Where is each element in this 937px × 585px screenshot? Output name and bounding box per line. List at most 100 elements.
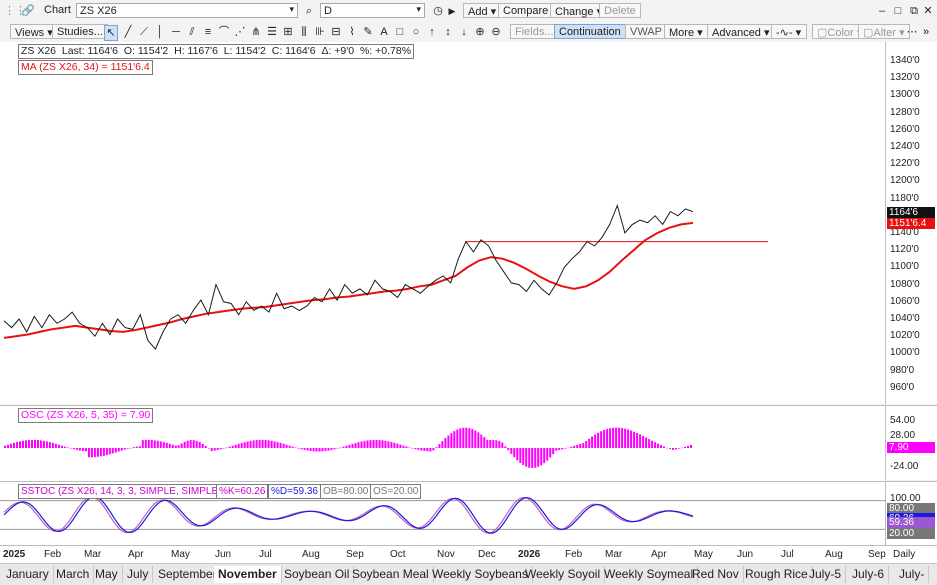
advanced-button[interactable]: Advanced ▾ [707,24,775,39]
pencil-icon[interactable]: ✎ [362,25,374,39]
arrow-up-icon[interactable]: ↑ [426,25,438,39]
price-chart[interactable] [0,42,885,404]
tab-march[interactable]: March [52,566,95,583]
studies-button[interactable]: Studies... [52,24,108,39]
toolbar-top: ⋮⋮ 🔗 Chart ZS X26 ▾ ⌕ D ▾ ◷ ▶ Add ▾ Compar… [0,0,937,23]
osc-bar [225,447,228,449]
tab-july-6[interactable]: July-6 [848,566,890,583]
options-icon[interactable]: ⋯ [906,25,918,39]
tab-january[interactable]: January [2,566,54,583]
chevron-down-icon[interactable]: ▾ [416,4,421,15]
gann-icon[interactable]: ⊟ [330,25,342,39]
interval-input[interactable]: D ▾ [320,3,425,18]
osc-legend-text: OSC (ZS X26, 5, 35) = 7.90 [21,409,151,421]
symbol-input[interactable]: ZS X26 ▾ [76,3,298,18]
arrow-down-up-icon[interactable]: ↕ [442,25,454,39]
tab-weekly-soybeans[interactable]: Weekly Soybeans [428,566,533,583]
ellipse-icon[interactable]: ○ [410,25,422,39]
link-icon[interactable]: 🔗 [20,4,36,18]
chevron-down-icon[interactable]: ▾ [289,4,294,15]
line-style-button[interactable]: -∿- ▾ [771,24,807,39]
vertical-line-icon[interactable]: │ [154,25,166,39]
close-icon[interactable]: ✕ [922,4,934,18]
continuation-button[interactable]: Continuation [554,24,626,39]
cursor-icon[interactable]: ↖ [104,25,118,41]
arc-icon[interactable]: ⌒ [218,25,230,39]
grid-icon[interactable]: ⊞ [282,25,294,39]
osc-bar [540,448,543,466]
osc-bar [102,448,105,456]
osc-bar [60,445,63,448]
ray-tool-icon[interactable]: ⟋ [138,25,150,39]
price-panel[interactable]: ZS X26 Last: 1164'6 O: 1154'2 H: 1167'6 … [0,42,885,404]
sstoc-d-line[interactable] [3,496,694,534]
tab-november[interactable]: November [214,566,282,583]
ma-series-line[interactable] [3,221,694,339]
delete-button[interactable]: Delete [599,3,641,18]
osc-bar [525,448,528,467]
tab-weekly-soyoil[interactable]: Weekly Soyoil [521,566,606,583]
fan-icon[interactable]: ⋰ [234,25,246,39]
osc-bar [468,428,471,448]
osc-axis[interactable]: 54.00 28.00 7.90 -24.00 [885,405,937,480]
tab-weekly-soymeal[interactable]: Weekly Soymeal [600,566,699,583]
osc-bar [273,441,276,448]
clock-icon[interactable]: ◷ [432,4,444,18]
osc-bar [210,448,213,451]
overflow-icon[interactable]: » [920,25,932,39]
time-axis[interactable]: 2025 Feb Mar Apr May Jun Jul Aug Sep Oct Nov Dec 202… [0,545,937,564]
brush-icon[interactable]: ⌇ [346,25,358,39]
zoom-out-icon[interactable]: ⊖ [490,25,502,39]
zoom-in-icon[interactable]: ⊕ [474,25,486,39]
tab-may[interactable]: May [91,566,123,583]
fib-icon[interactable]: ☰ [266,25,278,39]
maximize-icon[interactable]: □ [892,4,904,18]
osc-bar [426,448,429,452]
osc-panel[interactable]: OSC (ZS X26, 5, 35) = 7.90 [0,405,885,481]
tab-soybean-oil[interactable]: Soybean Oil [280,566,355,583]
tab-july[interactable]: July [123,566,154,583]
osc-bar [39,440,42,448]
text-tool-icon[interactable]: A [378,25,390,39]
sstoc-panel[interactable]: SSTOC (ZS X26, 14, 3, 3, SIMPLE, SIMPLE)… [0,481,885,546]
tab-red-nov[interactable]: Red Nov [688,566,744,583]
vwap-button[interactable]: VWAP [625,24,667,39]
tab-july-[interactable]: July- [895,566,930,583]
osc-bar [288,445,291,448]
fields-button[interactable]: Fields... [510,24,559,39]
search-icon[interactable]: ⌕ [302,4,316,18]
channel-icon[interactable]: ⫽ [186,25,198,39]
bars-icon[interactable]: ⫼ [298,25,310,39]
compare-button[interactable]: Compare [498,3,554,18]
osc-bar [243,442,246,448]
arrow-down-icon[interactable]: ↓ [458,25,470,39]
price-axis[interactable]: 1340'0 1320'0 1300'0 1280'0 1260'0 1240'0 1220… [885,42,937,404]
price-tick: 1260'0 [890,123,920,135]
sstoc-k-line[interactable] [3,496,694,534]
time-tick: Sep [868,549,886,560]
more-button[interactable]: More ▾ [664,24,708,39]
tab-soybean-meal[interactable]: Soybean Meal [348,566,434,583]
grip-icon[interactable]: ⋮⋮ [4,4,26,18]
parallel-icon[interactable]: ≡ [202,25,214,39]
pitchfork-icon[interactable]: ⋔ [250,25,262,39]
tab-rough-rice[interactable]: Rough Rice [741,566,813,583]
line-tool-icon[interactable]: ╱ [122,25,134,39]
osc-bar [159,441,162,448]
restore-icon[interactable]: ⧉ [908,4,920,18]
alter-button[interactable]: ▢Alter ▾ [858,24,910,39]
cycle-icon[interactable]: ⊪ [314,25,326,39]
rectangle-icon[interactable]: □ [394,25,406,39]
play-icon[interactable]: ▶ [446,4,458,18]
price-series-line[interactable] [3,203,694,351]
views-button[interactable]: Views ▾ [10,24,58,39]
toolbar-drawing: Views ▾ Studies... ↖ ╱ ⟋ │ ─ ⫽ ≡ ⌒ ⋰ ⋔ ☰… [0,22,937,43]
osc-bar [621,428,624,448]
vwap-label: VWAP [630,26,662,38]
tab-september[interactable]: September [154,566,222,583]
horizontal-line-icon[interactable]: ─ [170,25,182,39]
tab-july-5[interactable]: July-5 [805,566,847,583]
sstoc-axis[interactable]: 100.00 80.00 60.26 59.36 20.00 [885,481,937,545]
add-button[interactable]: Add ▾ [463,3,502,18]
minimize-icon[interactable]: – [876,4,888,18]
